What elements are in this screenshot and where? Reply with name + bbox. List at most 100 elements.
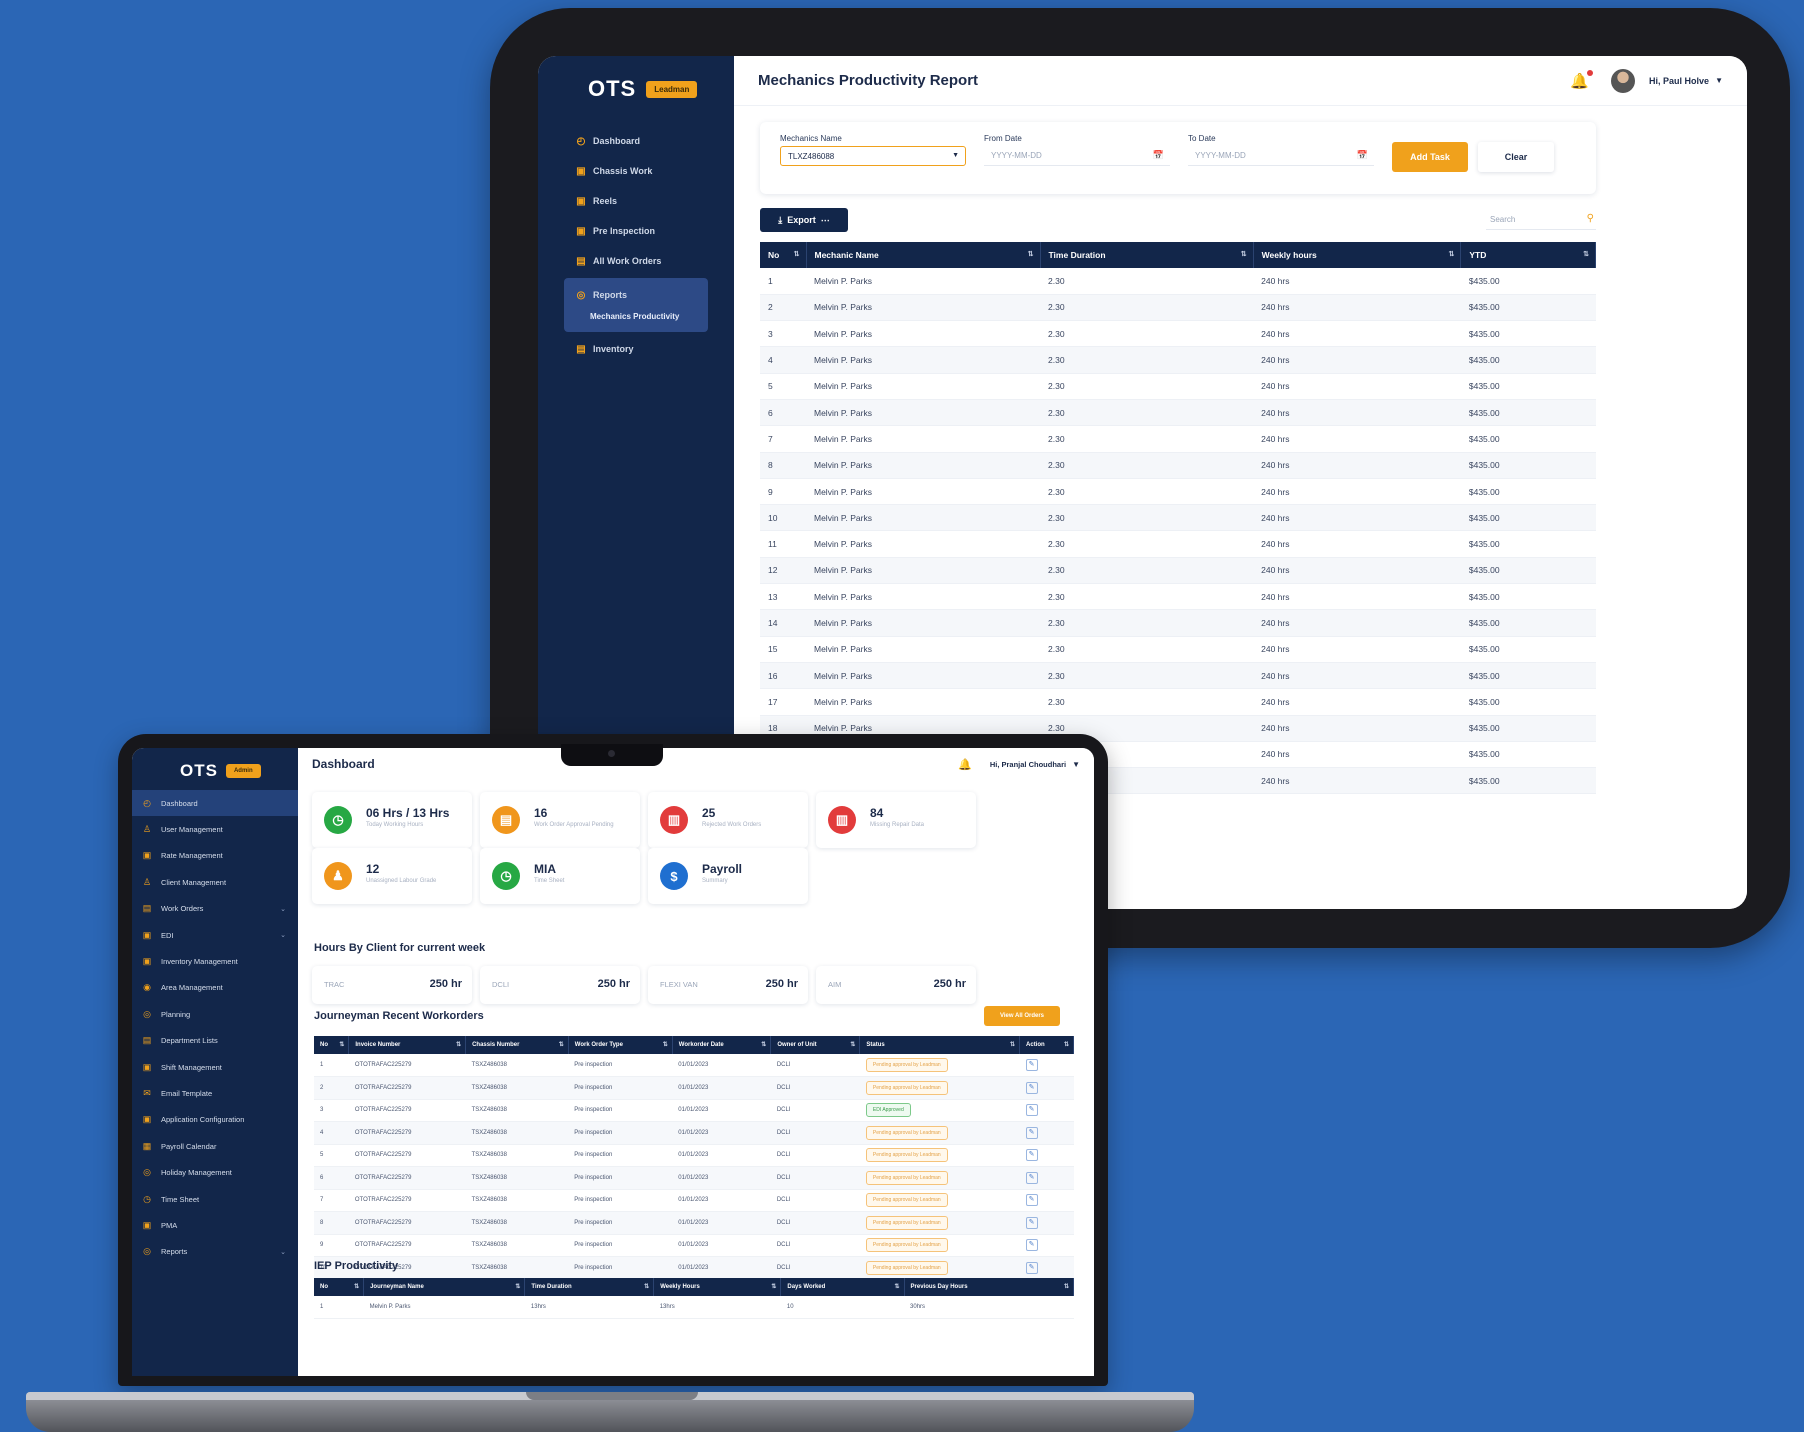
search-icon[interactable]: ⚲	[1587, 213, 1594, 224]
stat-card[interactable]: ♟ 12 Unassigned Labour Grade	[312, 848, 472, 904]
to-date-input[interactable]: YYYY-MM-DD 📅	[1188, 146, 1374, 166]
avatar[interactable]	[1611, 68, 1636, 93]
sidebar-item-payroll-calendar[interactable]: ▦ Payroll Calendar	[132, 1133, 298, 1159]
edit-icon[interactable]: ✎	[1025, 1104, 1038, 1117]
sidebar-item-reports[interactable]: ◎ Reports	[564, 284, 708, 306]
sort-icon[interactable]: ⇅	[456, 1041, 461, 1048]
sidebar-item-application-configuration[interactable]: ▣ Application Configuration	[132, 1107, 298, 1133]
user-greeting[interactable]: Hi, Pranjal Choudhari	[990, 760, 1066, 769]
column-header[interactable]: YTD ⇅	[1460, 242, 1596, 268]
column-header[interactable]: Mechanic Name ⇅	[806, 242, 1041, 268]
sort-icon[interactable]: ⇅	[515, 1283, 520, 1290]
sort-icon[interactable]: ⇅	[1064, 1283, 1069, 1290]
bell-icon[interactable]: 🔔	[958, 758, 972, 771]
sidebar-item-chassis-work[interactable]: ▣ Chassis Work	[538, 156, 734, 186]
sidebar-item-planning[interactable]: ◎ Planning	[132, 1001, 298, 1027]
column-header[interactable]: Chassis Number ⇅	[465, 1036, 569, 1054]
calendar-icon[interactable]: 📅	[1357, 150, 1368, 161]
column-header[interactable]: Days Worked ⇅	[780, 1278, 905, 1296]
view-all-orders-button[interactable]: View All Orders	[984, 1006, 1060, 1026]
sidebar-item-reels[interactable]: ▣ Reels	[538, 186, 734, 216]
chevron-down-icon[interactable]: ⌄	[280, 1248, 286, 1256]
edit-icon[interactable]: ✎	[1025, 1149, 1038, 1162]
column-header[interactable]: Weekly Hours ⇅	[653, 1278, 782, 1296]
sidebar-item-all-work-orders[interactable]: ▤ All Work Orders	[538, 246, 734, 276]
column-header[interactable]: No ⇅	[314, 1036, 350, 1054]
chevron-down-icon[interactable]: ▼	[1072, 760, 1080, 769]
stat-card[interactable]: ▥ 25 Rejected Work Orders	[648, 792, 808, 848]
sort-icon[interactable]: ⇅	[850, 1041, 855, 1048]
column-header[interactable]: Journeyman Name ⇅	[363, 1278, 526, 1296]
stat-card[interactable]: ▥ 84 Missing Repair Data	[816, 792, 976, 848]
sidebar-item-pre-inspection[interactable]: ▣ Pre Inspection	[538, 216, 734, 246]
sidebar-item-shift-management[interactable]: ▣ Shift Management	[132, 1054, 298, 1080]
sort-icon[interactable]: ⇅	[761, 1041, 766, 1048]
column-header[interactable]: Status ⇅	[859, 1036, 1021, 1054]
sidebar-item-edi[interactable]: ▣ EDI ⌄	[132, 922, 298, 948]
export-button[interactable]: ⤓ Export ⋯	[760, 208, 848, 232]
column-header[interactable]: No ⇅	[760, 242, 807, 268]
column-header[interactable]: No ⇅	[314, 1278, 365, 1296]
sidebar-item-time-sheet[interactable]: ◷ Time Sheet	[132, 1186, 298, 1212]
sidebar-item-department-lists[interactable]: ▤ Department Lists	[132, 1028, 298, 1054]
column-header[interactable]: Workorder Date ⇅	[672, 1036, 772, 1054]
chevron-down-icon[interactable]: ▼	[1715, 76, 1723, 85]
stat-card[interactable]: $ Payroll Summary	[648, 848, 808, 904]
sort-icon[interactable]: ⇅	[339, 1041, 344, 1048]
sort-icon[interactable]: ⇅	[794, 250, 800, 258]
sort-icon[interactable]: ⇅	[663, 1041, 668, 1048]
sidebar-item-holiday-management[interactable]: ◎ Holiday Management	[132, 1159, 298, 1185]
stat-card[interactable]: ◷ MIA Time Sheet	[480, 848, 640, 904]
column-header[interactable]: Weekly hours ⇅	[1253, 242, 1462, 268]
column-header[interactable]: Work Order Type ⇅	[568, 1036, 673, 1054]
sort-icon[interactable]: ⇅	[771, 1283, 776, 1290]
sidebar-item-inventory-management[interactable]: ▣ Inventory Management	[132, 948, 298, 974]
sort-icon[interactable]: ⇅	[644, 1283, 649, 1290]
sidebar-item-dashboard[interactable]: ◴ Dashboard	[132, 790, 298, 817]
edit-icon[interactable]: ✎	[1025, 1261, 1038, 1274]
column-header[interactable]: Time Duration ⇅	[524, 1278, 655, 1296]
sidebar-item-rate-management[interactable]: ▣ Rate Management	[132, 843, 298, 869]
column-header[interactable]: Previous Day Hours ⇅	[904, 1278, 1075, 1296]
sidebar-item-client-management[interactable]: ♙ Client Management	[132, 869, 298, 895]
edit-icon[interactable]: ✎	[1025, 1059, 1038, 1071]
column-header[interactable]: Action ⇅	[1019, 1036, 1074, 1054]
sort-icon[interactable]: ⇅	[1010, 1041, 1015, 1048]
chevron-down-icon[interactable]: ⌄	[280, 931, 286, 939]
calendar-icon[interactable]: 📅	[1153, 150, 1164, 161]
from-date-input[interactable]: YYYY-MM-DD 📅	[984, 146, 1170, 166]
user-greeting[interactable]: Hi, Paul Holve	[1649, 76, 1709, 86]
column-header[interactable]: Time Duration ⇅	[1040, 242, 1254, 268]
sort-icon[interactable]: ⇅	[1064, 1041, 1069, 1048]
sort-icon[interactable]: ⇅	[1241, 250, 1247, 258]
sidebar-subitem-mechanics-productivity[interactable]: Mechanics Productivity	[564, 306, 708, 326]
edit-icon[interactable]: ✎	[1025, 1239, 1038, 1252]
column-header[interactable]: Owner of Unit ⇅	[770, 1036, 861, 1054]
add-task-button[interactable]: Add Task	[1392, 142, 1468, 172]
column-header[interactable]: Invoice Number ⇅	[348, 1036, 467, 1054]
sidebar-item-work-orders[interactable]: ▤ Work Orders ⌄	[132, 896, 298, 922]
sort-icon[interactable]: ⇅	[1028, 250, 1034, 258]
bell-icon[interactable]: 🔔	[1570, 69, 1594, 90]
clear-button[interactable]: Clear	[1478, 142, 1554, 172]
edit-icon[interactable]: ✎	[1025, 1194, 1038, 1207]
sidebar-item-dashboard[interactable]: ◴ Dashboard	[538, 126, 734, 156]
sort-icon[interactable]: ⇅	[1583, 250, 1589, 258]
chevron-down-icon[interactable]: ⌄	[280, 905, 286, 913]
edit-icon[interactable]: ✎	[1025, 1081, 1038, 1094]
sidebar-item-area-management[interactable]: ◉ Area Management	[132, 975, 298, 1001]
sidebar-item-user-management[interactable]: ♙ User Management	[132, 816, 298, 842]
stat-card[interactable]: ◷ 06 Hrs / 13 Hrs Today Working Hours	[312, 792, 472, 848]
sort-icon[interactable]: ⇅	[559, 1041, 564, 1048]
stat-card[interactable]: ▤ 16 Work Order Approval Pending	[480, 792, 640, 848]
search-input[interactable]: Search ⚲	[1486, 210, 1596, 230]
sidebar-item-email-template[interactable]: ✉ Email Template	[132, 1080, 298, 1106]
sidebar-item-reports[interactable]: ◎ Reports ⌄	[132, 1239, 298, 1265]
sidebar-item-inventory[interactable]: ▤ Inventory	[538, 334, 734, 364]
edit-icon[interactable]: ✎	[1025, 1216, 1038, 1229]
sidebar-item-pma[interactable]: ▣ PMA	[132, 1212, 298, 1238]
sort-icon[interactable]: ⇅	[354, 1283, 359, 1290]
edit-icon[interactable]: ✎	[1025, 1126, 1038, 1139]
sort-icon[interactable]: ⇅	[1449, 250, 1455, 258]
sort-icon[interactable]: ⇅	[895, 1283, 900, 1290]
